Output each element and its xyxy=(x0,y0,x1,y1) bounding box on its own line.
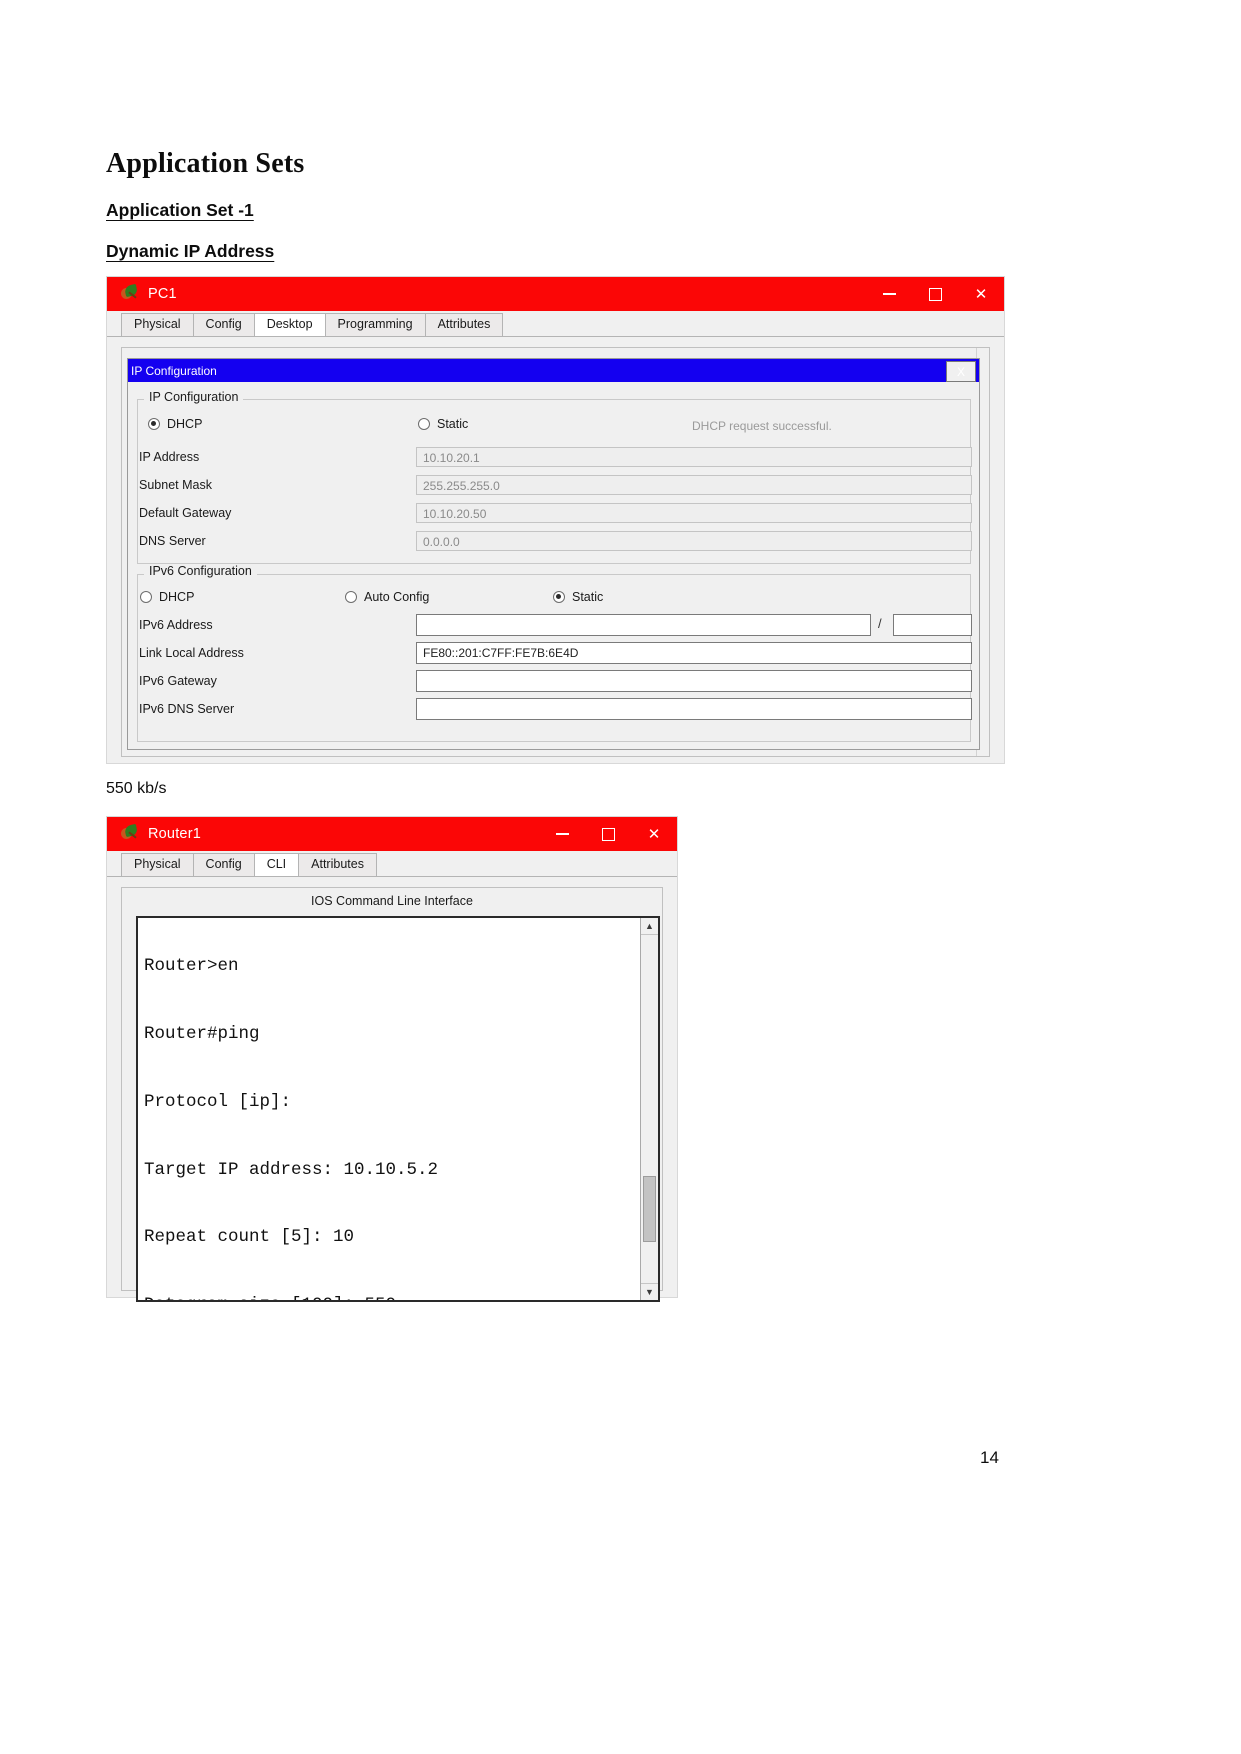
section-heading-application-set-1: Application Set -1 xyxy=(106,200,254,220)
page-number: 14 xyxy=(980,1448,999,1467)
router1-cli-panel: IOS Command Line Interface Router>en Rou… xyxy=(121,887,663,1302)
input-ip-address[interactable]: 10.10.20.1 xyxy=(416,447,972,467)
radio-dot-icon xyxy=(418,418,430,430)
ip-configuration-title: IP Configuration xyxy=(131,363,217,378)
input-ipv6-dns-server[interactable] xyxy=(416,698,972,720)
radio-ipv6-auto-config-label: Auto Config xyxy=(364,590,430,604)
cli-line: Router#ping xyxy=(144,1023,260,1044)
ipv4-group-label: IP Configuration xyxy=(144,390,244,404)
tab-desktop[interactable]: Desktop xyxy=(253,313,326,336)
label-subnet-mask: Subnet Mask xyxy=(139,478,212,492)
radio-dot-icon xyxy=(345,591,357,603)
scroll-down-arrow-icon[interactable]: ▼ xyxy=(641,1283,658,1300)
tab-attributes[interactable]: Attributes xyxy=(424,313,504,336)
bandwidth-caption: 550 kb/s xyxy=(106,780,167,797)
packet-tracer-icon xyxy=(121,823,139,843)
pc1-tab-bar: Physical Config Desktop Programming Attr… xyxy=(107,311,1004,337)
minimize-button[interactable] xyxy=(866,277,912,311)
pc1-window-title: PC1 xyxy=(148,286,177,302)
router1-tab-bar: Physical Config CLI Attributes xyxy=(107,851,677,877)
section-heading-dynamic-ip-address: Dynamic IP Address xyxy=(106,241,275,261)
ip-configuration-title-bar: IP Configuration X xyxy=(128,359,979,382)
radio-ipv6-dhcp[interactable]: DHCP xyxy=(140,590,194,604)
cli-line: Repeat count [5]: 10 xyxy=(144,1227,355,1248)
tab-attributes[interactable]: Attributes xyxy=(298,853,377,876)
router1-title-bar: Router1 ✕ xyxy=(107,817,677,851)
radio-ipv6-auto-config[interactable]: Auto Config xyxy=(345,590,429,604)
ipv6-prefix-separator: / xyxy=(878,616,882,631)
radio-ipv4-dhcp-label: DHCP xyxy=(167,417,203,431)
ip-configuration-dialog: IP Configuration X IP Configuration DHCP… xyxy=(127,358,980,750)
input-subnet-mask[interactable]: 255.255.255.0 xyxy=(416,475,972,495)
router1-window: Router1 ✕ Physical Config CLI Attributes… xyxy=(106,816,678,1302)
radio-ipv6-static[interactable]: Static xyxy=(553,590,603,604)
label-dns-server: DNS Server xyxy=(139,534,206,548)
cli-caption: IOS Command Line Interface xyxy=(311,894,473,908)
tab-physical[interactable]: Physical xyxy=(121,853,194,876)
page-title: Application Sets xyxy=(106,148,305,179)
cli-scrollbar-thumb[interactable] xyxy=(643,1176,656,1242)
input-ipv6-prefix-length[interactable] xyxy=(893,614,972,636)
document-page: Application Sets Application Set -1 Dyna… xyxy=(0,0,1241,1754)
label-link-local-address: Link Local Address xyxy=(139,646,244,660)
radio-dot-icon xyxy=(553,591,565,603)
tab-cli[interactable]: CLI xyxy=(253,853,300,876)
radio-dot-icon xyxy=(148,418,160,430)
scroll-up-arrow-icon[interactable]: ▲ xyxy=(641,918,658,935)
packet-tracer-icon xyxy=(121,283,139,303)
tab-config[interactable]: Config xyxy=(192,313,255,336)
label-ipv6-gateway: IPv6 Gateway xyxy=(139,674,217,688)
tab-programming[interactable]: Programming xyxy=(324,313,426,336)
dhcp-status-message: DHCP request successful. xyxy=(692,419,832,433)
tab-physical[interactable]: Physical xyxy=(121,313,194,336)
radio-ipv4-dhcp[interactable]: DHCP xyxy=(148,417,202,431)
radio-ipv6-dhcp-label: DHCP xyxy=(159,590,195,604)
cli-line: Datagram size [100]: 550 xyxy=(144,1294,658,1300)
minimize-button[interactable] xyxy=(539,817,585,851)
input-default-gateway[interactable]: 10.10.20.50 xyxy=(416,503,972,523)
tab-config[interactable]: Config xyxy=(192,853,255,876)
maximize-button[interactable] xyxy=(912,277,958,311)
pc1-window-controls: ✕ xyxy=(866,277,1004,311)
router1-window-title: Router1 xyxy=(148,826,201,842)
radio-ipv4-static-label: Static xyxy=(437,417,469,431)
radio-dot-icon xyxy=(140,591,152,603)
cli-line: Protocol [ip]: xyxy=(144,1091,292,1112)
label-default-gateway: Default Gateway xyxy=(139,506,232,520)
cli-line: Target IP address: 10.10.5.2 xyxy=(144,1159,439,1180)
ipv6-group-label: IPv6 Configuration xyxy=(144,564,257,578)
close-button[interactable]: ✕ xyxy=(631,817,677,851)
close-button[interactable]: ✕ xyxy=(958,277,1004,311)
input-link-local-address[interactable]: FE80::201:C7FF:FE7B:6E4D xyxy=(416,642,972,664)
cli-output: Router>en Router#ping Protocol [ip]: Tar… xyxy=(138,918,658,1300)
cli-console[interactable]: Router>en Router#ping Protocol [ip]: Tar… xyxy=(136,916,660,1302)
label-ip-address: IP Address xyxy=(139,450,200,464)
label-ipv6-address: IPv6 Address xyxy=(139,618,213,632)
cli-scrollbar[interactable]: ▲ ▼ xyxy=(640,918,658,1300)
input-ipv6-gateway[interactable] xyxy=(416,670,972,692)
input-dns-server[interactable]: 0.0.0.0 xyxy=(416,531,972,551)
radio-ipv6-static-label: Static xyxy=(572,590,604,604)
radio-ipv4-static[interactable]: Static xyxy=(418,417,468,431)
pc1-title-bar: PC1 ✕ xyxy=(107,277,1004,311)
dialog-close-button[interactable]: X xyxy=(946,361,976,382)
label-ipv6-dns-server: IPv6 DNS Server xyxy=(139,702,235,716)
maximize-button[interactable] xyxy=(585,817,631,851)
cli-line: Router>en xyxy=(144,956,239,977)
input-ipv6-address[interactable] xyxy=(416,614,871,636)
router1-window-controls: ✕ xyxy=(539,817,677,851)
